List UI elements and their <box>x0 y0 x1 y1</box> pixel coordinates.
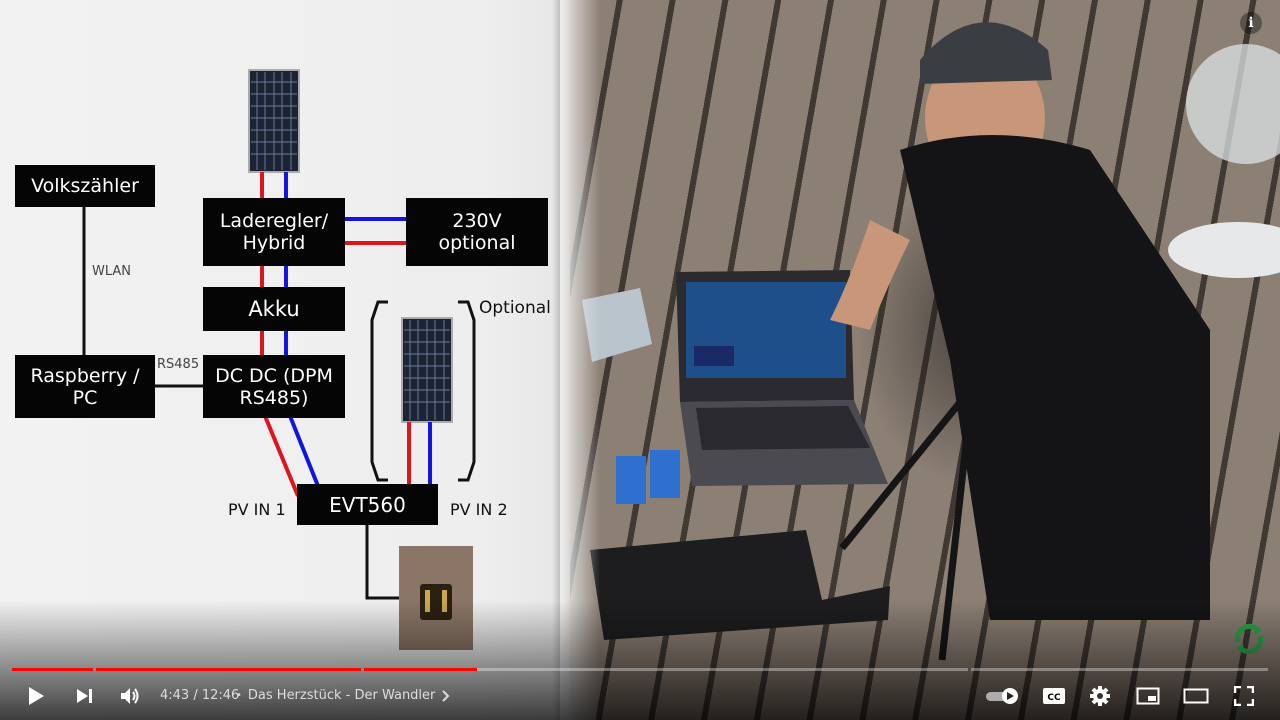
pv-in-1-label: PV IN 1 <box>228 500 286 519</box>
chevron-right-icon <box>442 690 450 702</box>
chapter-title: Das Herzstück - Der Wandler <box>247 688 436 703</box>
time-separator: / <box>189 688 202 703</box>
230v-label: 230V optional <box>438 210 516 254</box>
solar-panel-optional-icon <box>401 317 453 423</box>
akku-label: Akku <box>248 297 300 321</box>
chapter-segment[interactable] <box>96 668 361 671</box>
autoplay-toggle-icon <box>986 688 1018 704</box>
svg-text:CC: CC <box>1047 693 1061 703</box>
volume-button[interactable] <box>114 680 146 712</box>
chapter-segment[interactable] <box>364 668 968 671</box>
dcdc-label: DC DC (DPM RS485) <box>215 364 333 409</box>
next-icon <box>77 689 92 703</box>
fullscreen-button[interactable] <box>1228 680 1260 712</box>
rs485-label: RS485 <box>157 357 200 372</box>
volkszaehler-box: Volkszähler <box>15 165 155 207</box>
raspberry-box: Raspberry / PC <box>15 355 155 418</box>
time-current: 4:43 <box>160 688 190 703</box>
chapter-segment[interactable] <box>12 668 93 671</box>
230v-box: 230V optional <box>406 198 548 266</box>
miniplayer-icon <box>1136 687 1160 705</box>
autoplay-toggle[interactable] <box>982 680 1022 712</box>
gear-icon <box>1090 686 1110 706</box>
played-fill <box>96 668 361 671</box>
laderegler-label: Laderegler/ Hybrid <box>219 210 329 254</box>
played-fill <box>364 668 477 671</box>
volkszaehler-label: Volkszähler <box>31 175 139 197</box>
volume-icon <box>121 688 139 704</box>
played-fill <box>12 668 93 671</box>
time-total: 12:46 <box>201 688 240 703</box>
theater-icon <box>1183 688 1209 704</box>
settings-button[interactable] <box>1084 680 1116 712</box>
dcdc-box: DC DC (DPM RS485) <box>203 355 345 418</box>
optional-label: Optional <box>479 298 551 318</box>
fullscreen-icon <box>1234 686 1254 706</box>
wlan-label: WLAN <box>92 264 132 279</box>
solar-panel-top-icon <box>248 69 300 173</box>
play-button[interactable] <box>20 680 52 712</box>
cc-icon: CC <box>1043 688 1065 704</box>
evt560-box: EVT560 <box>297 484 438 525</box>
miniplayer-button[interactable] <box>1132 680 1164 712</box>
raspberry-label: Raspberry / PC <box>30 364 140 409</box>
chapter-separator: • <box>236 690 242 701</box>
video-player[interactable]: Volkszähler Laderegler/ Hybrid 230V opti… <box>0 0 1280 720</box>
progress-bar[interactable] <box>12 668 1268 671</box>
info-icon[interactable]: i <box>1240 12 1262 34</box>
evt560-label: EVT560 <box>329 492 406 517</box>
play-icon <box>29 687 44 705</box>
subtitles-button[interactable]: CC <box>1038 680 1070 712</box>
laderegler-box: Laderegler/ Hybrid <box>203 198 345 266</box>
chapter-segment[interactable] <box>971 668 1268 671</box>
theater-mode-button[interactable] <box>1180 680 1212 712</box>
akku-box: Akku <box>203 287 345 331</box>
pv-in-2-label: PV IN 2 <box>450 500 508 519</box>
chapter-button[interactable]: • Das Herzstück - Der Wandler <box>236 686 453 706</box>
next-button[interactable] <box>68 680 100 712</box>
time-display: 4:43 / 12:46 <box>160 686 239 706</box>
